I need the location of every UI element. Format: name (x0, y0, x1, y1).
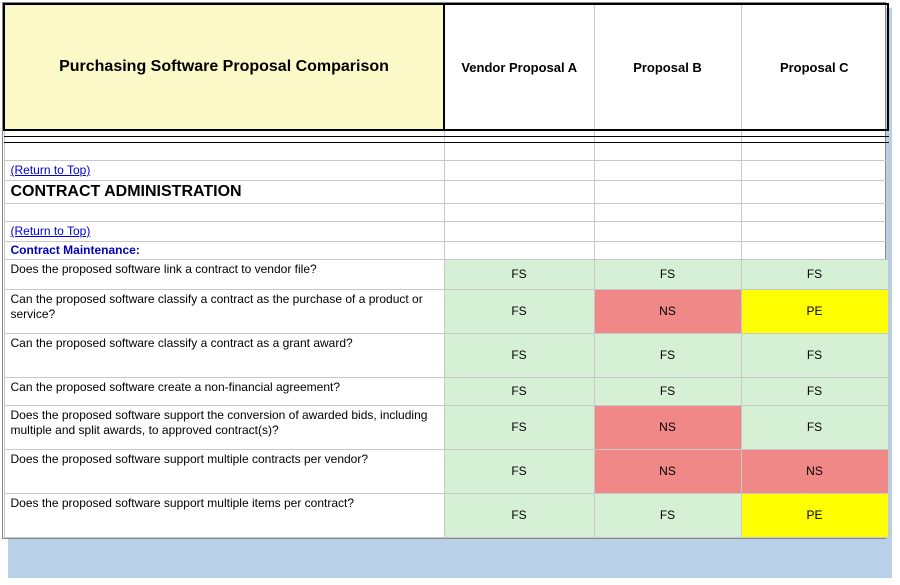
value-cell: NS (594, 449, 741, 493)
value-cell: FS (741, 333, 888, 377)
spreadsheet: Purchasing Software Proposal Comparison … (2, 2, 886, 539)
value-cell: FS (741, 259, 888, 289)
value-cell: FS (444, 493, 594, 537)
subsection-heading: Contract Maintenance: (4, 241, 444, 259)
value-cell: FS (594, 377, 741, 405)
header-row: Purchasing Software Proposal Comparison … (4, 4, 888, 130)
table-row: Can the proposed software classify a con… (4, 333, 888, 377)
question-cell: Does the proposed software support multi… (4, 449, 444, 493)
vendor-col-a: Vendor Proposal A (444, 4, 594, 130)
vendor-col-b: Proposal B (594, 4, 741, 130)
vendor-col-c: Proposal C (741, 4, 888, 130)
return-to-top-link[interactable]: (Return to Top) (4, 160, 444, 180)
question-cell: Can the proposed software create a non-f… (4, 377, 444, 405)
document-wrapper: Purchasing Software Proposal Comparison … (0, 0, 900, 585)
value-cell: FS (444, 259, 594, 289)
value-cell: NS (594, 289, 741, 333)
table-row: Does the proposed software support multi… (4, 493, 888, 537)
question-cell: Does the proposed software support the c… (4, 405, 444, 449)
value-cell: FS (444, 377, 594, 405)
subsection-row: Contract Maintenance: (4, 241, 888, 259)
question-cell: Can the proposed software classify a con… (4, 289, 444, 333)
value-cell: FS (444, 333, 594, 377)
value-cell: FS (594, 333, 741, 377)
return-link-row: (Return to Top) (4, 221, 888, 241)
value-cell: FS (741, 377, 888, 405)
value-cell: FS (594, 493, 741, 537)
value-cell: PE (741, 493, 888, 537)
value-cell: FS (444, 405, 594, 449)
table-row: Can the proposed software create a non-f… (4, 377, 888, 405)
return-to-top-link[interactable]: (Return to Top) (4, 221, 444, 241)
value-cell: NS (594, 405, 741, 449)
comparison-table: Purchasing Software Proposal Comparison … (3, 3, 889, 538)
section-heading: CONTRACT ADMINISTRATION (4, 180, 444, 203)
value-cell: FS (444, 289, 594, 333)
section-row: CONTRACT ADMINISTRATION (4, 180, 888, 203)
value-cell: FS (594, 259, 741, 289)
spacer-row (4, 203, 888, 221)
table-row: Does the proposed software support the c… (4, 405, 888, 449)
table-row: Can the proposed software classify a con… (4, 289, 888, 333)
table-row: Does the proposed software link a contra… (4, 259, 888, 289)
value-cell: FS (741, 405, 888, 449)
question-cell: Does the proposed software support multi… (4, 493, 444, 537)
page-title: Purchasing Software Proposal Comparison (4, 4, 444, 130)
question-cell: Can the proposed software classify a con… (4, 333, 444, 377)
value-cell: FS (444, 449, 594, 493)
spacer-row (4, 142, 888, 160)
return-link-row: (Return to Top) (4, 160, 888, 180)
value-cell: NS (741, 449, 888, 493)
table-row: Does the proposed software support multi… (4, 449, 888, 493)
value-cell: PE (741, 289, 888, 333)
question-cell: Does the proposed software link a contra… (4, 259, 444, 289)
